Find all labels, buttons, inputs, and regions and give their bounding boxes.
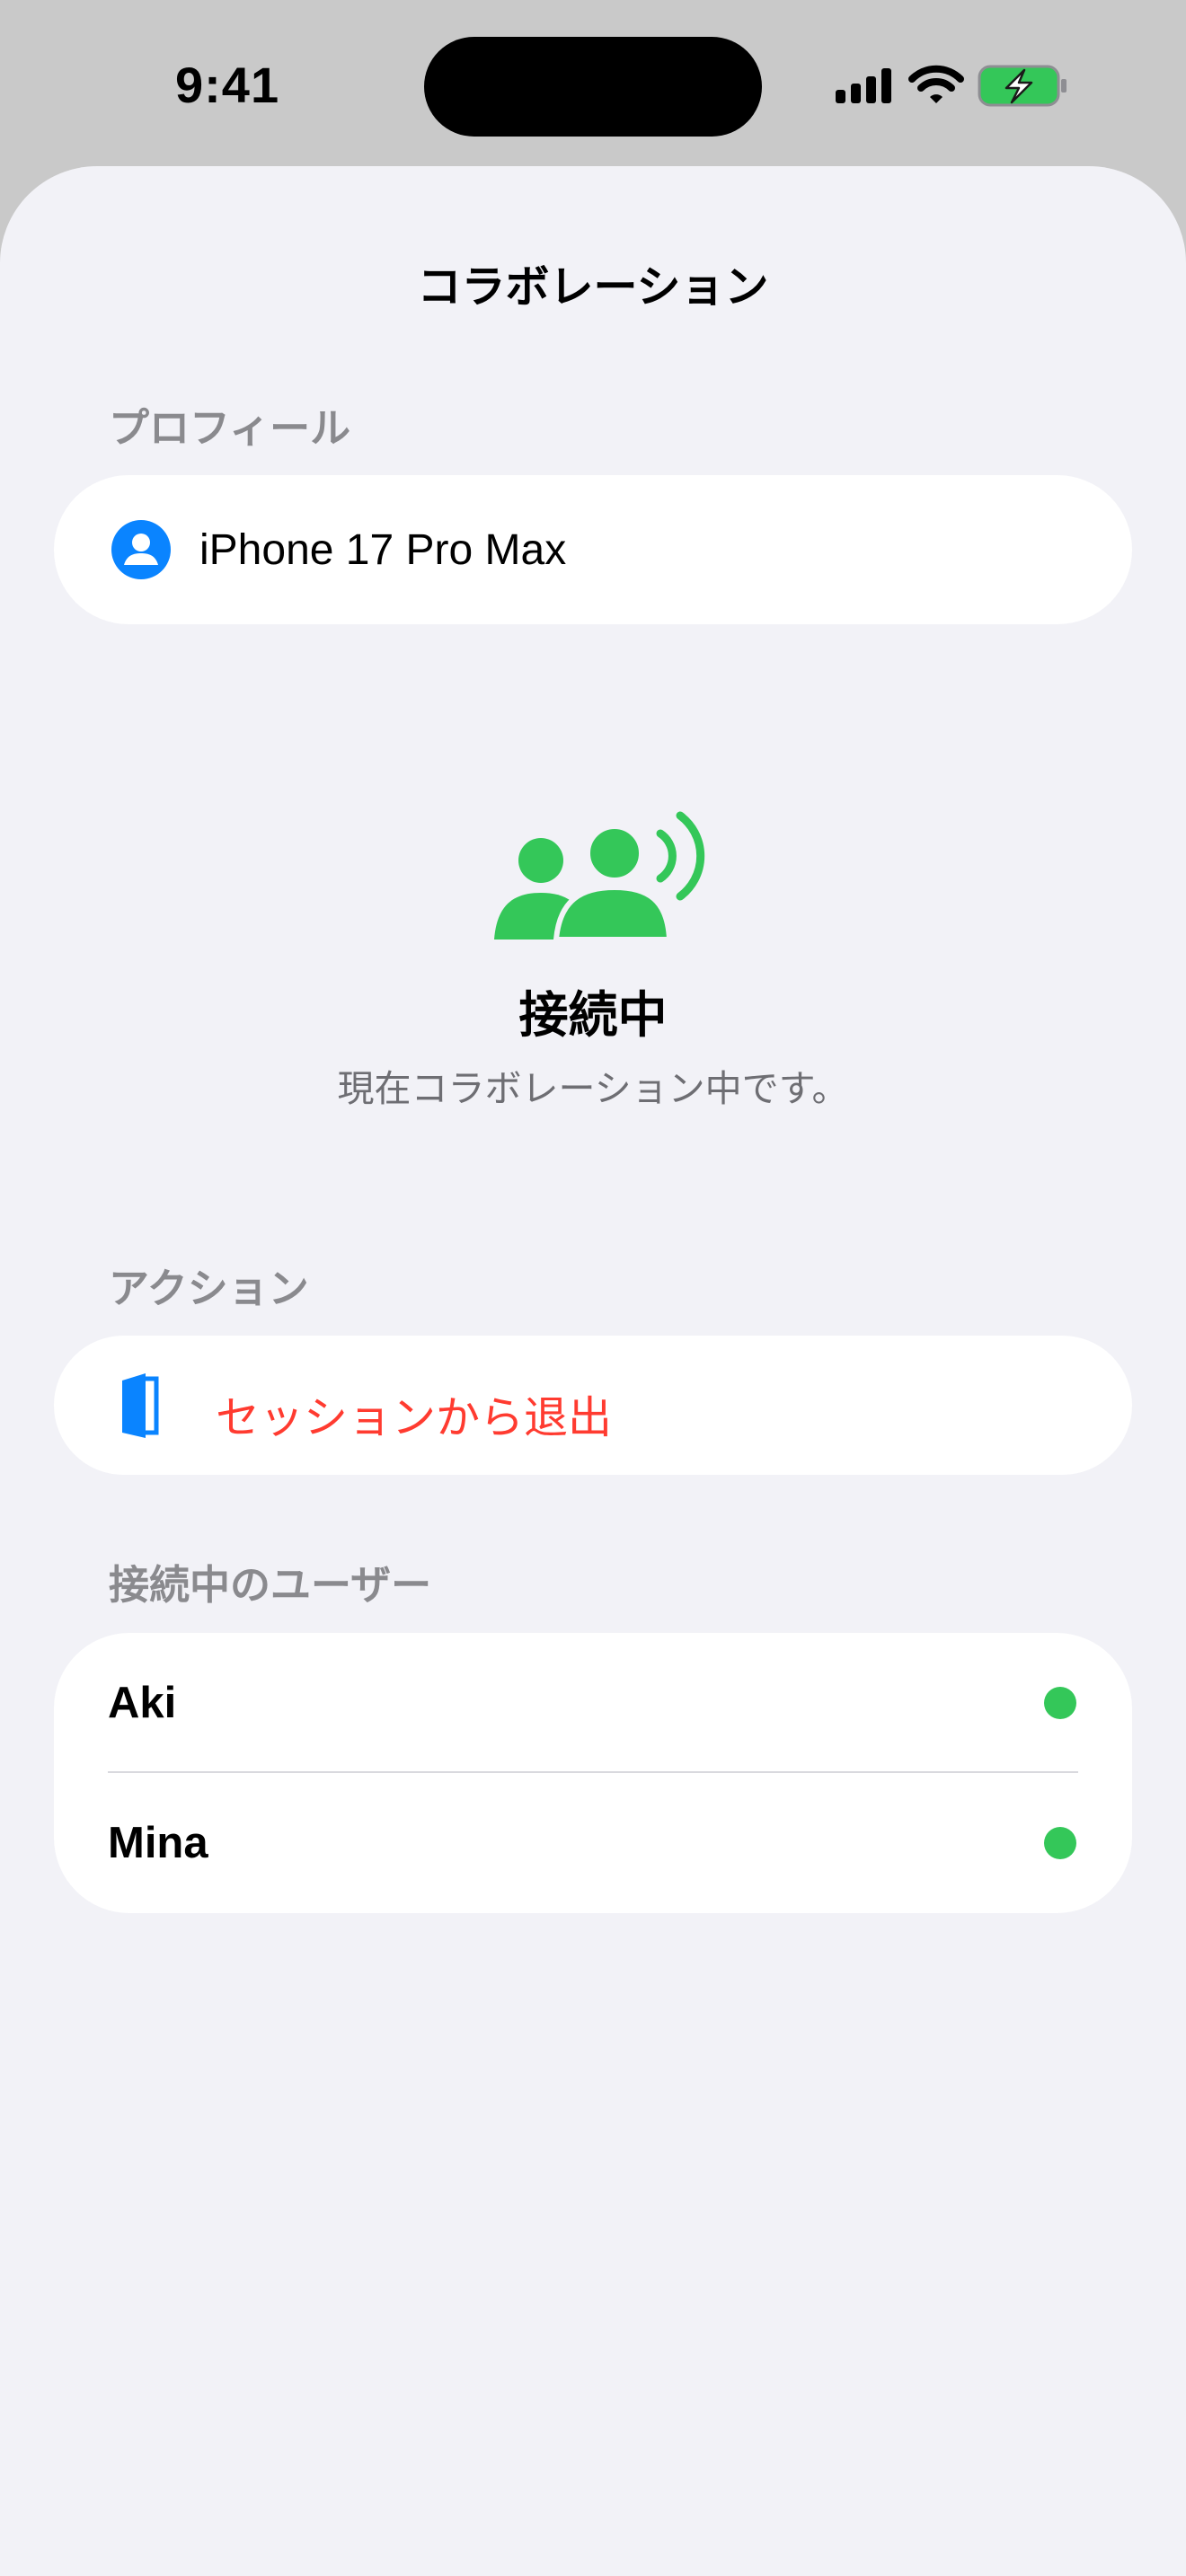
online-status-icon xyxy=(1044,1827,1076,1859)
online-status-icon xyxy=(1044,1687,1076,1719)
leave-session-button[interactable]: セッションから退出 xyxy=(54,1336,1132,1475)
status-time: 9:41 xyxy=(175,57,280,113)
dynamic-island xyxy=(424,37,762,137)
status-bar: 9:41 xyxy=(0,0,1186,171)
profile-row[interactable]: iPhone 17 Pro Max xyxy=(54,475,1132,624)
user-name: Mina xyxy=(108,1819,208,1867)
leave-session-label: セッションから退出 xyxy=(216,1394,613,1442)
actions-section-header: アクション xyxy=(109,1266,309,1311)
battery-charging-icon xyxy=(978,65,1067,107)
users-section-header: 接続中のユーザー xyxy=(109,1562,432,1608)
connection-title: 接続中 xyxy=(518,987,668,1043)
people-broadcast-icon xyxy=(494,811,705,941)
user-name: Aki xyxy=(108,1679,177,1727)
list-item[interactable]: Mina xyxy=(54,1773,1132,1913)
cellular-signal-icon xyxy=(836,68,891,103)
person-circle-icon xyxy=(111,520,171,579)
wifi-icon xyxy=(908,65,964,103)
status-icons xyxy=(836,61,1078,115)
users-list: Aki Mina xyxy=(54,1633,1132,1913)
page-title: コラボレーション xyxy=(417,263,769,312)
connection-subtitle: 現在コラボレーション中です。 xyxy=(337,1068,849,1109)
profile-section-header: プロフィール xyxy=(109,405,351,451)
device-name: iPhone 17 Pro Max xyxy=(199,526,567,574)
door-icon xyxy=(122,1373,159,1438)
list-item[interactable]: Aki xyxy=(54,1633,1132,1773)
